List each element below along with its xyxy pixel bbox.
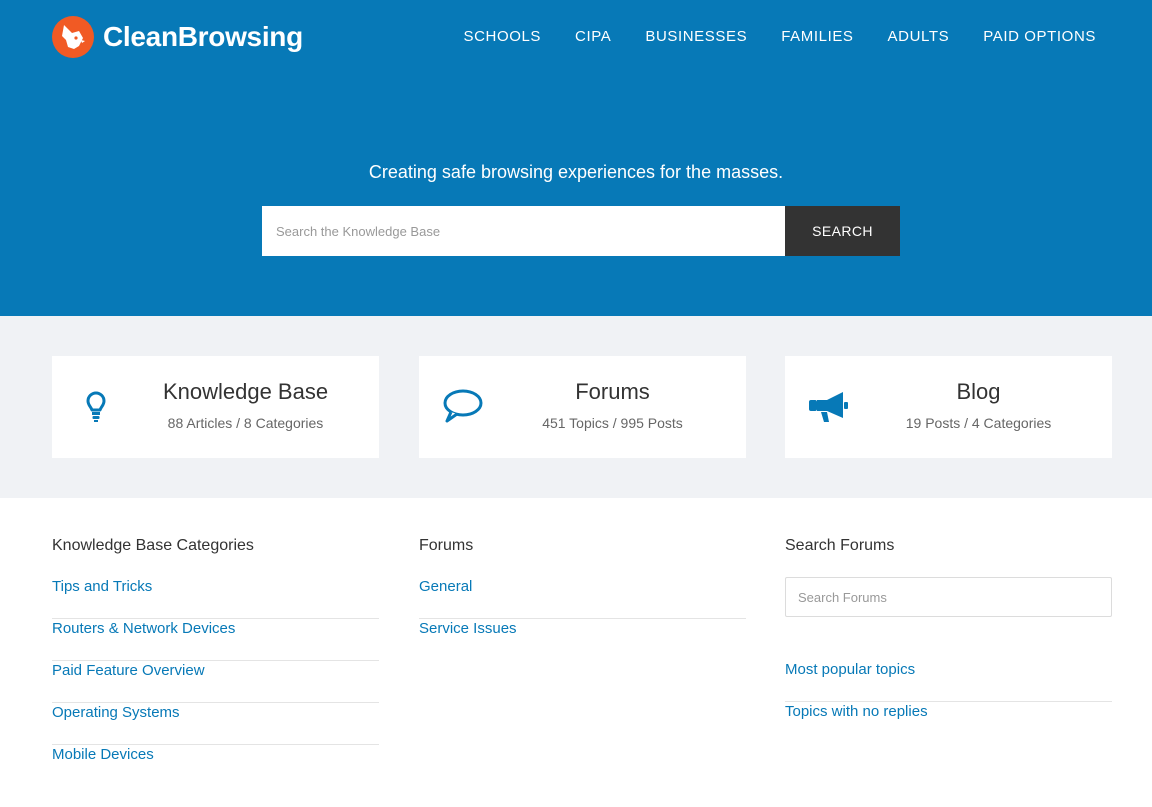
nav-paid-options[interactable]: PAID OPTIONS (983, 28, 1096, 45)
list-item: Paid Feature Overview (52, 661, 379, 703)
search-forums-title: Search Forums (785, 537, 895, 554)
forum-quick-links: Most popular topics Topics with no repli… (785, 660, 1112, 744)
card-meta: 88 Articles / 8 Categories (167, 415, 324, 431)
kb-category-link[interactable]: Paid Feature Overview (52, 661, 379, 681)
card-title: Blog (956, 379, 1001, 404)
list-item: Topics with no replies (785, 702, 1112, 744)
kb-categories-title: Knowledge Base Categories (52, 537, 254, 554)
forum-link[interactable]: General (419, 577, 746, 597)
kb-search-button[interactable]: SEARCH (785, 206, 900, 256)
nav-businesses[interactable]: BUSINESSES (645, 28, 747, 45)
brand-logo[interactable]: CleanBrowsing (52, 16, 303, 58)
card-knowledge-base[interactable]: Knowledge Base 88 Articles / 8 Categorie… (52, 356, 379, 458)
list-item: Mobile Devices (52, 745, 379, 787)
kb-categories-section: Knowledge Base Categories Tips and Trick… (52, 536, 379, 787)
kb-categories-list: Tips and Tricks Routers & Network Device… (52, 577, 379, 787)
list-item: Service Issues (419, 619, 746, 661)
kb-search-form: SEARCH (262, 206, 900, 256)
forums-title: Forums (419, 537, 474, 554)
main-nav: SCHOOLS CIPA BUSINESSES FAMILIES ADULTS … (429, 28, 1096, 45)
list-item: Operating Systems (52, 703, 379, 745)
kb-category-link[interactable]: Operating Systems (52, 703, 379, 723)
nav-schools[interactable]: SCHOOLS (463, 28, 541, 45)
kb-category-link[interactable]: Mobile Devices (52, 745, 379, 765)
nav-cipa[interactable]: CIPA (575, 28, 611, 45)
card-forums[interactable]: Forums 451 Topics / 995 Posts (419, 356, 746, 458)
list-item: General (419, 577, 746, 619)
kb-category-link[interactable]: Routers & Network Devices (52, 619, 379, 639)
kb-category-link[interactable]: Tips and Tricks (52, 577, 379, 597)
search-forums-section: Search Forums Most popular topics Topics… (785, 536, 1112, 744)
card-title: Forums (575, 379, 650, 404)
hero-tagline: Creating safe browsing experiences for t… (368, 162, 784, 182)
no-replies-link[interactable]: Topics with no replies (785, 702, 1112, 722)
forum-link[interactable]: Service Issues (419, 619, 746, 639)
forums-section: Forums General Service Issues (419, 536, 746, 661)
list-item: Tips and Tricks (52, 577, 379, 619)
list-item: Routers & Network Devices (52, 619, 379, 661)
fox-logo-icon (52, 16, 94, 58)
brand-name: CleanBrowsing (103, 21, 303, 52)
card-meta: 19 Posts / 4 Categories (905, 415, 1052, 431)
nav-adults[interactable]: ADULTS (888, 28, 950, 45)
forums-list: General Service Issues (419, 577, 746, 661)
card-meta: 451 Topics / 995 Posts (542, 415, 683, 431)
forum-search-input[interactable] (785, 577, 1112, 617)
card-blog[interactable]: Blog 19 Posts / 4 Categories (785, 356, 1112, 458)
popular-topics-link[interactable]: Most popular topics (785, 660, 1112, 680)
card-title: Knowledge Base (162, 379, 329, 404)
hero-banner: CleanBrowsing SCHOOLS CIPA BUSINESSES FA… (0, 0, 1152, 316)
kb-search-input[interactable] (262, 206, 785, 256)
list-item: Most popular topics (785, 660, 1112, 702)
nav-families[interactable]: FAMILIES (781, 28, 853, 45)
